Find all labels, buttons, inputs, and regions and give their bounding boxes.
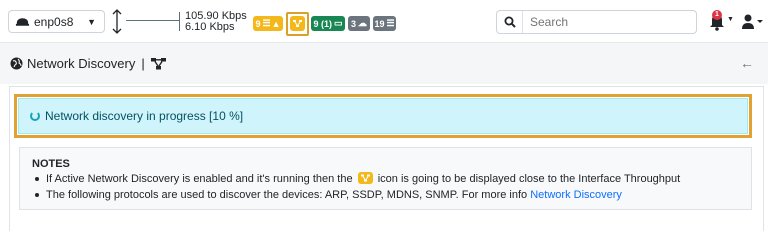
search-button[interactable] [497,11,523,33]
network-discovery-badge[interactable] [286,12,309,36]
globe-icon [10,57,23,70]
note-text: The following protocols are used to disc… [46,189,528,201]
cloud-icon: ☁ [358,18,368,28]
chevron-down-icon: ▼ [87,17,96,27]
discovery-progress-alert: Network discovery in progress [10 %] [18,98,748,134]
network-discovery-icon [357,172,373,184]
throughput-download: 6.10 Kbps [185,21,235,33]
devices-count: 9 (1) [313,18,332,29]
note-text: icon is going to be displayed close to t… [377,173,681,185]
notes-title: NOTES [32,158,70,170]
interface-select[interactable]: enp0s8 ▼ [8,10,105,33]
page-header: Network Discovery | ← [0,42,768,84]
spinner-icon [30,111,40,121]
list-icon: ☰ [262,18,271,28]
laptop-icon: ▭ [334,18,343,28]
notes-list: If Active Network Discovery is enabled a… [32,171,741,203]
ethernet-icon [15,17,30,26]
note-text: If Active Network Discovery is enabled a… [46,173,353,185]
throughput-sparkline [126,20,180,21]
alerts-count: 9 [255,18,261,29]
flows-badge[interactable]: 19 ☰ [373,16,396,31]
flows-count: 19 [374,18,385,29]
list-icon: ☰ [386,18,395,28]
discovery-alert-highlight: Network discovery in progress [10 %] [14,94,752,138]
up-down-arrows-icon [112,9,122,34]
user-icon[interactable] [740,12,764,32]
search-input[interactable] [530,14,690,30]
search-icon [504,16,516,28]
hosts-badge[interactable]: 3 ☁ [348,16,370,31]
network-discovery-icon [290,16,305,31]
interface-name: enp0s8 [34,14,74,29]
alerts-badge[interactable]: 9 ☰ ▲ [253,16,283,31]
title-separator: | [141,56,145,71]
list-item: If Active Network Discovery is enabled a… [32,171,741,187]
top-navbar: enp0s8 ▼ 105.90 Kbps 6.10 Kbps 9 ☰ ▲ 9 (… [0,0,768,42]
chevron-down-icon[interactable]: ▼ [727,16,734,23]
page-title: Network Discovery | [10,56,166,71]
discovery-progress-text: Network discovery in progress [10 %] [45,109,244,123]
search-box [496,10,697,34]
notes-panel: NOTES If Active Network Discovery is ena… [19,147,752,210]
list-item: The following protocols are used to disc… [32,187,741,203]
warning-icon: ▲ [271,18,281,29]
network-tree-icon [150,57,166,69]
throughput-bracket [179,12,183,31]
devices-badge[interactable]: 9 (1) ▭ [311,16,345,31]
network-discovery-link[interactable]: Network Discovery [530,189,622,201]
page-title-text: Network Discovery [27,56,136,71]
back-arrow-icon[interactable]: ← [740,55,754,71]
notifications-badge: 1 [712,10,722,20]
hosts-count: 3 [351,18,357,29]
